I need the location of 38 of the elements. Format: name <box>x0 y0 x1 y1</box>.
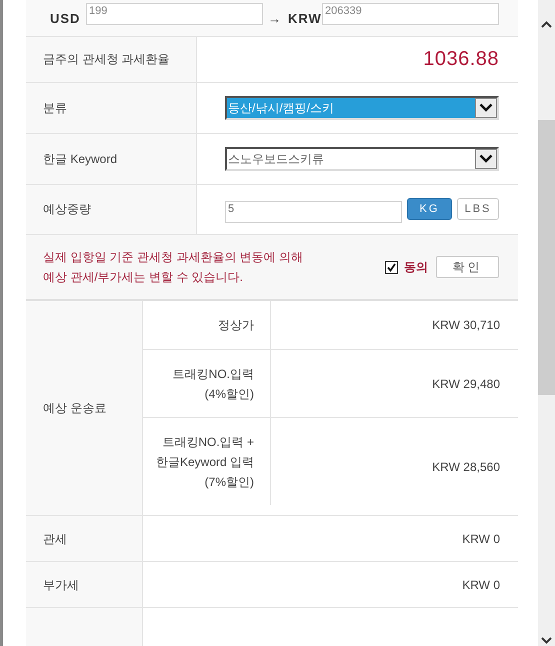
currency-label: KRW <box>288 10 322 28</box>
shipping-option: 트래킹NO.입력 + 한글Keyword 입력 (7%할인) <box>156 432 254 492</box>
unit-button[interactable]: LBS <box>457 198 499 220</box>
dropdown-value: 등산/낚시/캠핑/스키 <box>227 98 475 118</box>
dropdown[interactable]: 스노우보드스키류 <box>225 146 499 171</box>
amount-text: KRW 30,710 <box>432 317 500 334</box>
amount-text: KRW 0 <box>462 530 500 548</box>
label-cell: 한글 Keyword <box>26 134 197 184</box>
label-cell: 금주의 관세청 과세환율 <box>26 36 197 82</box>
agree-label: 동의 <box>404 259 428 276</box>
amount-text: KRW 29,480 <box>432 376 500 393</box>
label-cell: 분류 <box>26 82 197 133</box>
label-cell: 예상중량 <box>26 184 197 234</box>
scrollbar[interactable] <box>538 0 555 646</box>
shipping-option: 트래킹NO.입력 (4%할인) <box>172 364 254 404</box>
arrow-text: → <box>268 10 282 28</box>
amount-text: KRW 0 <box>462 576 500 594</box>
scrollbar-thumb[interactable] <box>538 120 555 395</box>
scroll-up-icon[interactable] <box>541 21 552 28</box>
currency-label: USD <box>50 10 82 28</box>
chevron-down-icon <box>479 103 493 112</box>
notice-text: 실제 입항일 기준 관세청 과세환율의 변동에 의해 예상 관세/부가세는 변할 수 있습니다. <box>43 249 304 286</box>
unit-button[interactable]: KG <box>407 198 452 220</box>
input-field[interactable]: 206339 <box>322 3 499 25</box>
weight-input[interactable]: 5 <box>225 200 402 223</box>
input-field[interactable]: 199 <box>86 3 263 25</box>
label-cell: 예상 운송료 <box>26 301 143 516</box>
confirm-button[interactable]: 확인 <box>436 256 499 278</box>
exchange-rate-value: 1036.88 <box>423 47 499 72</box>
dropdown[interactable]: 등산/낚시/캠핑/스키 <box>225 96 499 120</box>
chevron-down-icon <box>479 154 493 164</box>
amount-text: KRW 28,560 <box>432 458 500 476</box>
dropdown-value: 스노우보드스키류 <box>227 150 325 168</box>
shipping-option: 정상가 <box>218 315 254 336</box>
scroll-down-icon[interactable] <box>541 637 552 644</box>
label-cell: 관세 <box>26 516 143 562</box>
label-cell: 부가세 <box>26 562 143 608</box>
checkbox[interactable] <box>385 260 398 274</box>
